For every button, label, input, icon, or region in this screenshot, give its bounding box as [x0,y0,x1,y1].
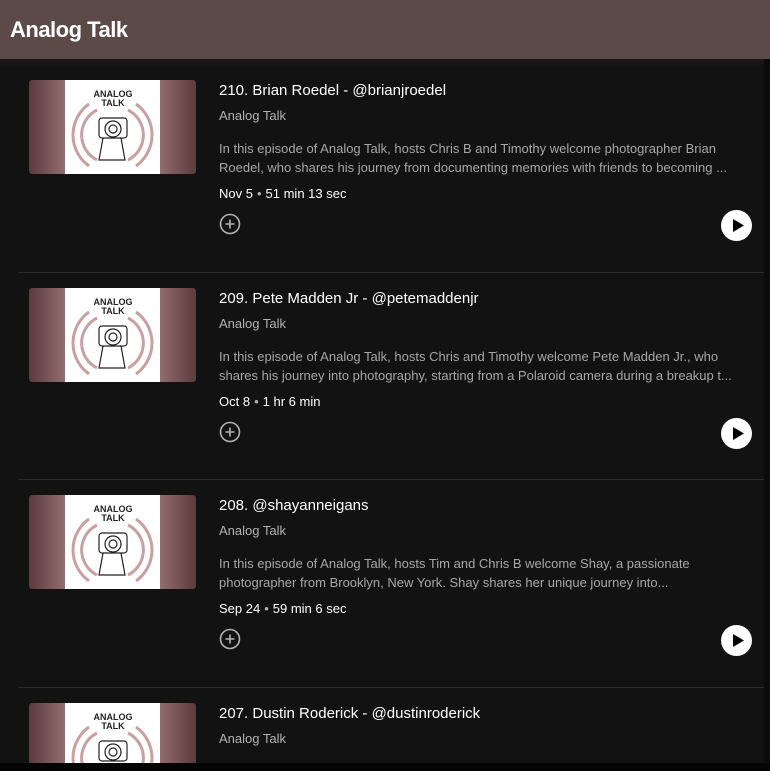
episode-date: Oct 8 [219,394,251,409]
episode-date: Nov 5 [219,186,253,201]
plus-circle-icon [219,628,241,650]
episode-show-name[interactable]: Analog Talk [219,108,286,123]
episode-description-line: In this episode of Analog Talk, hosts Ch… [219,349,719,364]
plus-circle-icon [219,421,241,443]
page-header: Analog Talk [0,0,770,59]
episode-artwork: ANALOG TALK [29,288,196,382]
episode-meta: Sep 24 • 59 min 6 sec [219,601,346,616]
episode-description-line: In this episode of Analog Talk, hosts Ch… [219,141,716,156]
episode-date: Sep 24 [219,601,261,616]
episode-title[interactable]: 208. @shayanneigans [219,497,369,514]
add-to-library-button[interactable] [219,213,241,235]
episode-description: In this episode of Analog Talk, hosts Ch… [219,347,754,385]
episode-duration: 1 hr 6 min [262,394,321,409]
plus-circle-icon [219,213,241,235]
episode-duration: 59 min 6 sec [272,601,347,616]
episode-duration: 51 min 13 sec [265,186,347,201]
episode-show-name[interactable]: Analog Talk [219,523,286,538]
episode-description-line: shares his journey into photography, sta… [219,368,732,383]
episode-description: In this episode of Analog Talk, hosts Ti… [219,554,754,592]
episode-description: In this episode of Analog Talk, hosts Ch… [219,139,754,177]
episode-artwork: ANALOG TALK [29,703,196,763]
episode-row[interactable]: ANALOG TALK 207. Dustin Roderick - @dust… [18,687,764,763]
play-icon [733,634,744,647]
artwork-text-line2: TALK [101,721,125,731]
meta-separator: • [254,394,259,409]
meta-separator: • [264,601,269,616]
scrollbar-track[interactable] [764,59,770,771]
add-to-library-button[interactable] [219,628,241,650]
meta-separator: • [256,186,262,201]
add-to-library-button[interactable] [219,421,241,443]
episode-row[interactable]: ANALOG TALK 210. Brian Roedel - @brianjr… [18,64,764,272]
episode-artwork: ANALOG TALK [29,80,196,174]
episode-title[interactable]: 210. Brian Roedel - @brianjroedel [219,82,446,99]
bottom-edge [0,763,770,771]
episode-description-line: photographer from Brooklyn, New York. Sh… [219,575,669,590]
episode-description-line: In this episode of Analog Talk, hosts Ti… [219,556,690,571]
episode-show-name[interactable]: Analog Talk [219,316,286,331]
episode-row[interactable]: ANALOG TALK 209. Pete Madden Jr - @petem… [18,272,764,480]
episode-description-line: Roedel, who shares his journey from docu… [219,160,727,175]
play-icon [733,219,744,232]
episode-row[interactable]: ANALOG TALK 208. @shayanneigans Analog T… [18,479,764,687]
episode-title[interactable]: 207. Dustin Roderick - @dustinroderick [219,705,480,722]
play-icon [733,427,744,440]
page-title: Analog Talk [10,16,128,42]
episode-title[interactable]: 209. Pete Madden Jr - @petemaddenjr [219,290,479,307]
episode-show-name[interactable]: Analog Talk [219,731,286,746]
episode-artwork: ANALOG TALK [29,495,196,589]
artwork-text-line2: TALK [101,98,125,108]
episode-meta: Oct 8 • 1 hr 6 min [219,394,320,409]
artwork-text-line2: TALK [101,513,125,523]
artwork-text-line2: TALK [101,306,125,316]
episode-meta: Nov 5 • 51 min 13 sec [219,186,346,201]
play-button[interactable] [721,625,752,656]
play-button[interactable] [721,418,752,449]
play-button[interactable] [721,210,752,241]
